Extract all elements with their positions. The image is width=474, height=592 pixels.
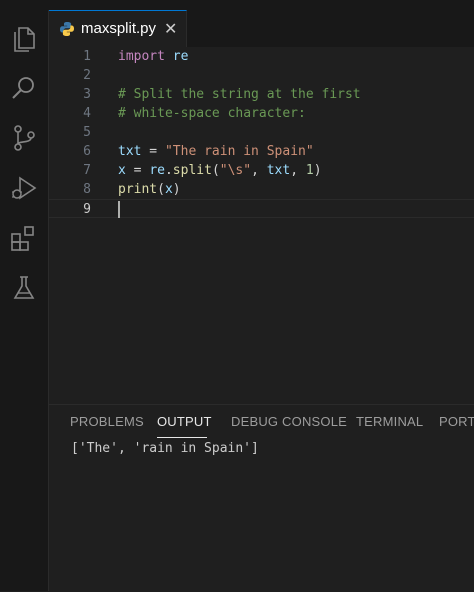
active-tab-indicator bbox=[157, 437, 207, 438]
explorer-icon[interactable] bbox=[8, 22, 40, 54]
code-line[interactable]: 2 bbox=[49, 66, 474, 85]
testing-icon[interactable] bbox=[8, 272, 40, 304]
source-control-icon[interactable] bbox=[8, 122, 40, 154]
code-line[interactable]: 3 # Split the string at the first bbox=[49, 85, 474, 104]
output-text: ['The', 'rain in Spain'] bbox=[71, 441, 259, 456]
tab-ports[interactable]: PORTS bbox=[439, 414, 474, 429]
code-text: import re bbox=[118, 49, 189, 64]
title-strip bbox=[0, 0, 474, 10]
code-line[interactable]: 8 print(x) bbox=[49, 180, 474, 199]
code-line[interactable]: 5 bbox=[49, 123, 474, 142]
code-line[interactable]: 4 # white-space character: bbox=[49, 104, 474, 123]
line-number: 3 bbox=[83, 87, 91, 102]
run-debug-icon[interactable] bbox=[8, 172, 40, 204]
line-number: 5 bbox=[83, 125, 91, 140]
code-text: # white-space character: bbox=[118, 106, 306, 121]
search-icon[interactable] bbox=[8, 72, 40, 104]
tab-output[interactable]: OUTPUT bbox=[157, 414, 212, 429]
code-line[interactable]: 9 bbox=[49, 199, 474, 218]
extensions-icon[interactable] bbox=[8, 222, 40, 254]
line-number: 7 bbox=[83, 163, 91, 178]
code-editor[interactable]: 1 import re 2 3 # Split the string at the fi… bbox=[49, 47, 474, 403]
line-number: 2 bbox=[83, 68, 91, 83]
code-line[interactable]: 7 x = re.split("\s", txt, 1) bbox=[49, 161, 474, 180]
code-text bbox=[118, 200, 120, 219]
line-number: 4 bbox=[83, 106, 91, 121]
code-text: txt = "The rain in Spain" bbox=[118, 144, 314, 159]
activity-bar bbox=[0, 10, 49, 591]
tab-terminal[interactable]: TERMINAL bbox=[356, 414, 423, 429]
tab-debug-console[interactable]: DEBUG CONSOLE bbox=[231, 414, 347, 429]
tab-maxsplit[interactable]: maxsplit.py ✕ bbox=[49, 10, 187, 47]
editor-tab-bar: maxsplit.py ✕ bbox=[49, 10, 474, 48]
line-number: 8 bbox=[83, 182, 91, 197]
code-line[interactable]: 1 import re bbox=[49, 47, 474, 66]
tab-problems[interactable]: PROBLEMS bbox=[70, 414, 144, 429]
bottom-panel: PROBLEMS OUTPUT DEBUG CONSOLE TERMINAL P… bbox=[49, 404, 474, 592]
code-text: x = re.split("\s", txt, 1) bbox=[118, 163, 322, 178]
code-text: # Split the string at the first bbox=[118, 87, 361, 102]
line-number: 6 bbox=[83, 144, 91, 159]
code-text: print(x) bbox=[118, 182, 181, 197]
python-file-icon bbox=[59, 21, 75, 37]
code-line[interactable]: 6 txt = "The rain in Spain" bbox=[49, 142, 474, 161]
line-number: 9 bbox=[83, 202, 91, 217]
tab-filename: maxsplit.py bbox=[81, 20, 157, 37]
line-number: 1 bbox=[83, 49, 91, 64]
close-icon[interactable]: ✕ bbox=[164, 19, 177, 39]
text-cursor bbox=[118, 201, 120, 218]
